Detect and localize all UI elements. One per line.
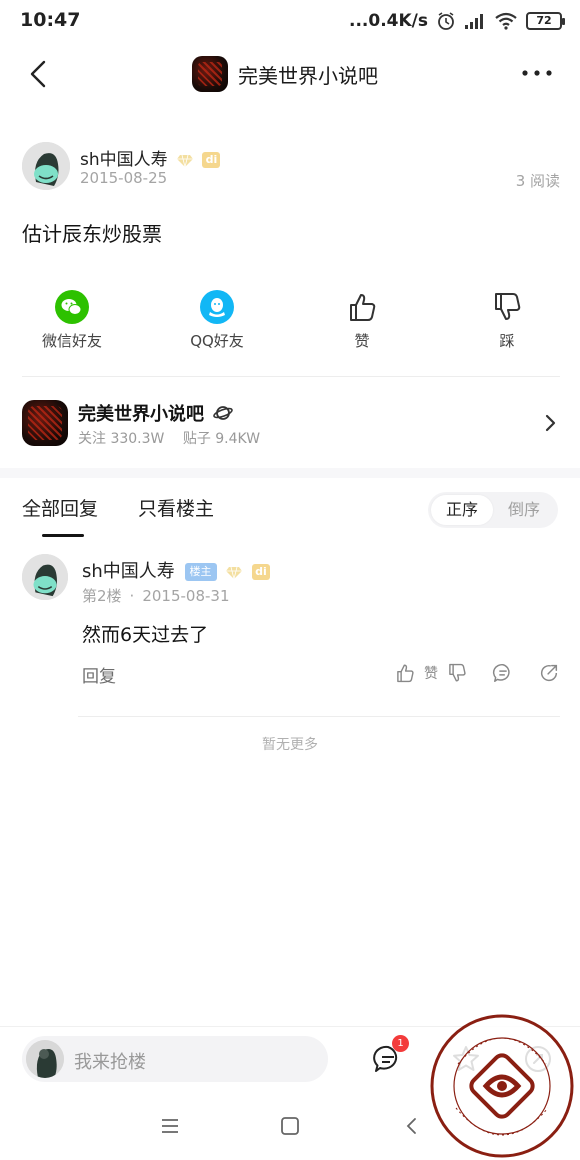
menu-icon[interactable] xyxy=(158,1114,182,1138)
author-name-row: sh中国人寿 di xyxy=(80,145,221,170)
signal-icon xyxy=(465,14,483,29)
divider xyxy=(22,376,560,377)
tab-all-replies[interactable]: 全部回复 xyxy=(22,494,98,521)
sort-ascending-button[interactable]: 正序 xyxy=(431,495,493,525)
reply-author-avatar[interactable] xyxy=(22,554,68,600)
share-wechat-label: 微信好友 xyxy=(41,332,102,350)
status-bar: 10:47 ...0.4K/s 72 xyxy=(0,0,580,40)
more-options-icon[interactable] xyxy=(520,58,554,88)
thumbs-down-icon xyxy=(495,293,521,320)
reply-floor: 第2楼 xyxy=(82,587,122,605)
battery-indicator: 72 xyxy=(526,12,565,30)
forum-header-title: 完美世界小说吧 xyxy=(238,63,378,88)
thumbs-up-icon xyxy=(350,294,376,321)
forum-avatar-small xyxy=(192,56,228,92)
nav-back-icon[interactable] xyxy=(400,1114,424,1138)
qq-icon xyxy=(200,290,234,324)
level-badge: di xyxy=(202,152,221,168)
post-date: 2015-08-25 xyxy=(80,169,168,187)
diamond-badge-icon xyxy=(226,566,243,579)
forum-posts: 贴子 9.4KW xyxy=(182,431,261,447)
home-icon[interactable] xyxy=(278,1114,302,1138)
reply-button[interactable]: 回复 xyxy=(82,662,116,687)
reply-meta: 第2楼 · 2015-08-31 xyxy=(82,585,230,606)
section-gap xyxy=(0,468,580,478)
diamond-badge-icon xyxy=(177,154,194,167)
comment-count-badge: 1 xyxy=(392,1035,409,1052)
alarm-icon xyxy=(438,12,454,30)
forum-card[interactable]: 完美世界小说吧 关注 330.3W 贴子 9.4KW xyxy=(22,398,560,450)
share-icon[interactable] xyxy=(538,662,560,684)
share-actions-row: 微信好友 QQ好友 赞 踩 xyxy=(0,290,580,360)
wechat-icon xyxy=(55,290,89,324)
back-arrow-icon[interactable] xyxy=(22,56,58,92)
forum-name-row: 完美世界小说吧 xyxy=(78,400,234,426)
sort-toggle: 正序 倒序 xyxy=(428,492,558,528)
reply-input[interactable]: 我来抢楼 xyxy=(22,1036,328,1082)
divider xyxy=(78,716,560,717)
comment-icon[interactable] xyxy=(492,662,514,684)
network-speed: ...0.4K/s xyxy=(349,11,428,31)
no-more-text: 暂无更多 xyxy=(262,737,318,753)
my-avatar xyxy=(26,1040,64,1078)
reply-like-label[interactable]: 赞 xyxy=(424,663,438,683)
dislike-post-button[interactable]: 踩 xyxy=(447,290,567,351)
reply-author-row: sh中国人寿 楼主 di xyxy=(82,557,270,583)
forum-avatar xyxy=(22,400,68,446)
post-title: 估计辰东炒股票 xyxy=(22,222,162,246)
dislike-post-label: 踩 xyxy=(499,332,515,350)
chevron-right-icon xyxy=(545,414,556,432)
thumbs-down-icon[interactable] xyxy=(446,662,468,684)
sort-descending-button[interactable]: 倒序 xyxy=(493,495,555,525)
forum-name: 完美世界小说吧 xyxy=(78,404,204,425)
reply-tabs: 全部回复 只看楼主 正序 倒序 xyxy=(0,478,580,542)
top-navigation-bar: 完美世界小说吧 xyxy=(0,44,580,104)
forum-stats: 关注 330.3W 贴子 9.4KW xyxy=(78,428,274,448)
owner-badge: 楼主 xyxy=(184,563,217,581)
reply-author-name[interactable]: sh中国人寿 xyxy=(82,561,175,582)
active-tab-indicator xyxy=(42,534,84,537)
reply-item: sh中国人寿 楼主 di 第2楼 · 2015-08-31 然而6天过去了 回复 赞 xyxy=(22,554,560,716)
thumbs-up-icon[interactable] xyxy=(394,662,416,684)
input-placeholder: 我来抢楼 xyxy=(74,1052,146,1073)
like-post-button[interactable]: 赞 xyxy=(302,290,422,351)
wifi-icon xyxy=(495,12,517,30)
read-count: 3 阅读 xyxy=(515,172,560,190)
level-badge: di xyxy=(252,564,270,580)
reply-date: 2015-08-31 xyxy=(142,587,230,605)
planet-icon xyxy=(213,406,234,420)
reply-actions: 赞 xyxy=(394,660,560,686)
meta-separator: · xyxy=(129,587,135,605)
status-time: 10:47 xyxy=(20,9,81,31)
share-qq-button[interactable]: QQ好友 xyxy=(157,290,277,351)
author-name[interactable]: sh中国人寿 xyxy=(80,150,168,170)
reply-content: 然而6天过去了 xyxy=(82,624,209,646)
author-avatar[interactable] xyxy=(22,142,70,190)
like-post-label: 赞 xyxy=(354,332,370,350)
share-qq-label: QQ好友 xyxy=(190,332,244,350)
watermark-logo xyxy=(430,1014,574,1158)
forum-followers: 关注 330.3W xyxy=(78,431,165,447)
forum-header-link[interactable]: 完美世界小说吧 xyxy=(192,56,378,92)
share-wechat-button[interactable]: 微信好友 xyxy=(12,290,132,351)
tab-owner-only[interactable]: 只看楼主 xyxy=(138,494,214,521)
post-author-section: sh中国人寿 di 2015-08-25 3 阅读 xyxy=(22,142,560,196)
status-indicators: ...0.4K/s 72 xyxy=(349,10,565,32)
